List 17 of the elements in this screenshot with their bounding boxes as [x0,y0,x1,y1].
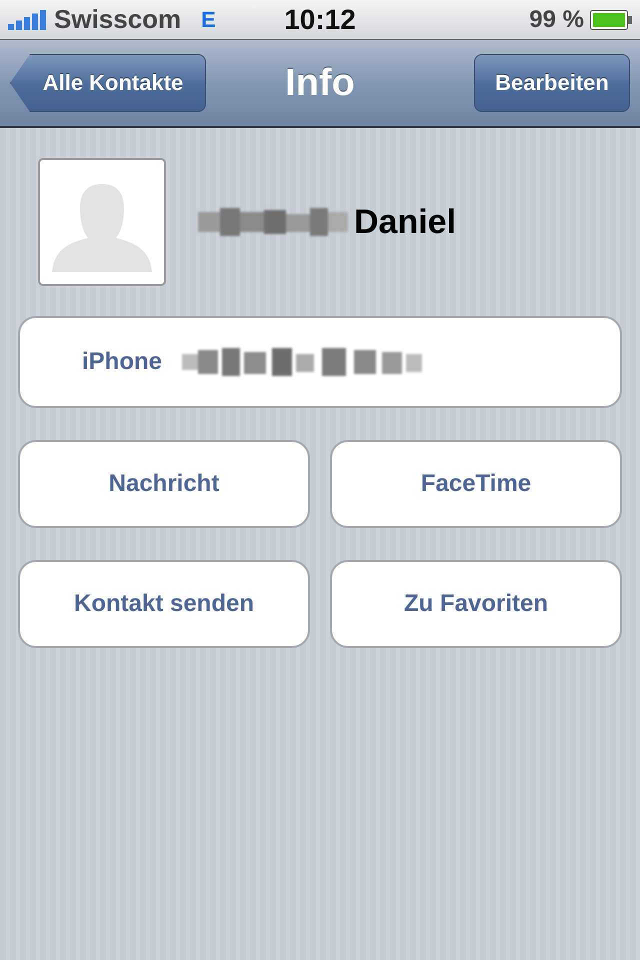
action-button[interactable]: Kontakt senden [18,560,310,648]
clock: 10:12 [284,4,356,36]
action-button[interactable]: Nachricht [18,440,310,528]
action-button[interactable]: Zu Favoriten [330,560,622,648]
action-button[interactable]: FaceTime [330,440,622,528]
signal-icon [8,10,48,30]
network-type: E [201,6,216,32]
back-button[interactable]: Alle Kontakte [10,54,206,112]
battery-percentage: 99 % [529,6,584,34]
phone-label: iPhone [82,348,162,376]
avatar-silhouette-icon [38,158,166,286]
carrier-name: Swisscom [54,4,182,35]
phone-row[interactable]: iPhone [18,316,622,408]
edit-button[interactable]: Bearbeiten [474,54,630,112]
contact-name: Daniel [354,202,456,242]
battery-icon [590,10,632,30]
nav-title: Info [285,62,355,104]
